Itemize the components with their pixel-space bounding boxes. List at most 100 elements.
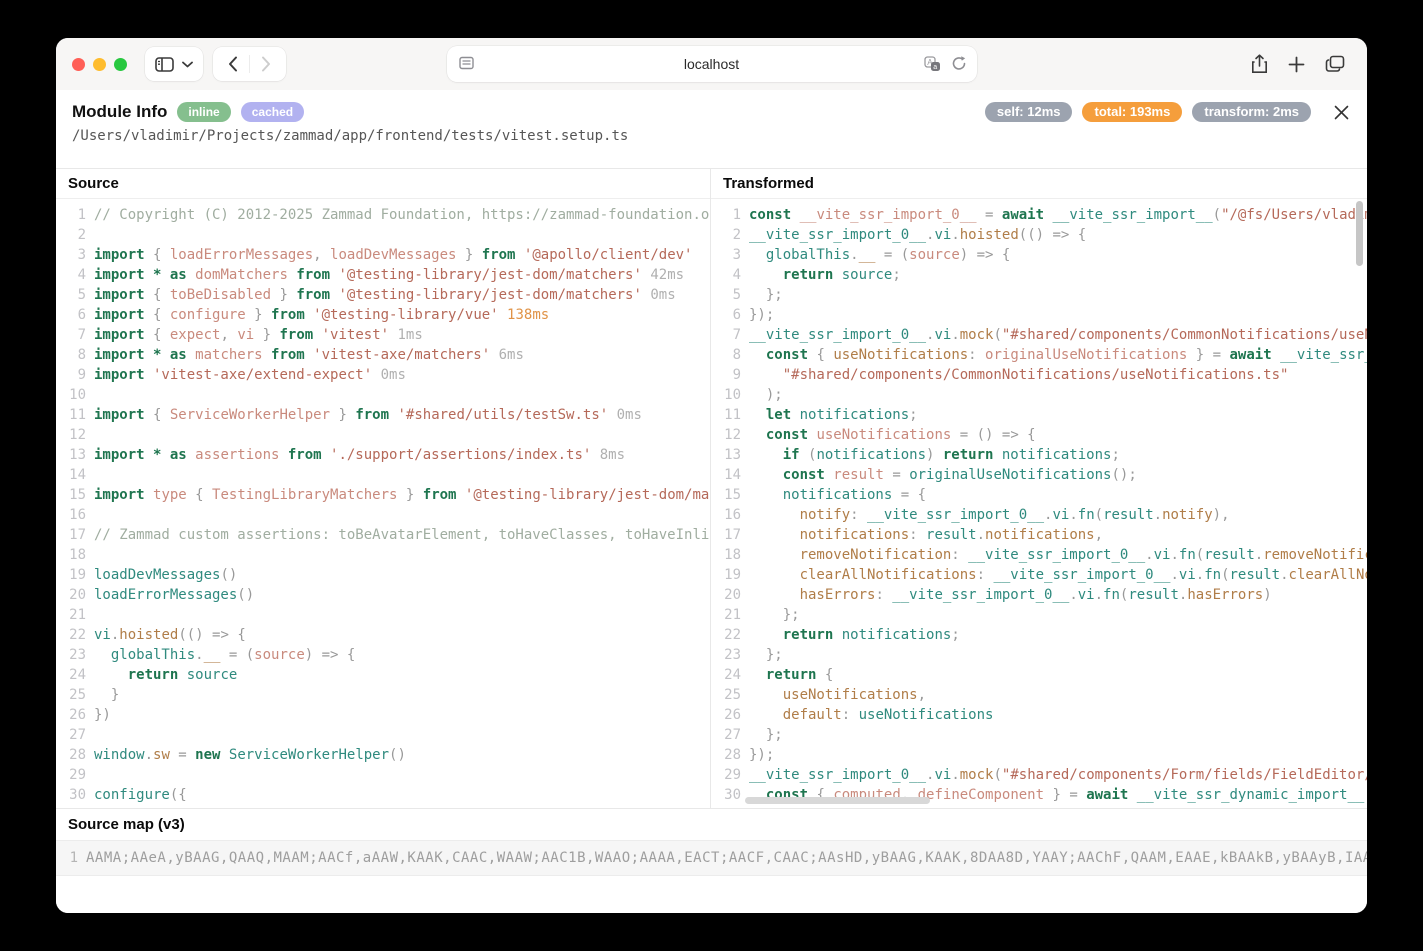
line-content: const useNotifications = () => { [749, 425, 1036, 445]
code-line: 5 }; [711, 285, 1367, 305]
close-button[interactable] [1331, 102, 1351, 122]
back-button[interactable] [217, 48, 249, 80]
code-line: 8 const { useNotifications: originalUseN… [711, 345, 1367, 365]
traffic-lights [72, 58, 127, 71]
code-line: 30configure({ [56, 785, 710, 805]
code-line: 1// Copyright (C) 2012-2025 Zammad Found… [56, 205, 710, 225]
line-number: 5 [711, 285, 741, 305]
minimize-window-button[interactable] [93, 58, 106, 71]
code-line: 18 [56, 545, 710, 565]
line-number: 19 [56, 565, 86, 585]
line-content: }); [749, 745, 774, 765]
transformed-pane-title: Transformed [711, 169, 1367, 199]
line-number: 5 [56, 285, 86, 305]
cached-badge: cached [241, 102, 304, 122]
screen-background: localhost Aa [0, 0, 1423, 951]
page-settings-icon[interactable] [459, 56, 474, 70]
line-number: 23 [711, 645, 741, 665]
line-content: import * as assertions from './support/a… [94, 445, 625, 465]
line-content: default: useNotifications [749, 705, 993, 725]
code-line: 20 loadErrorMessages() [56, 585, 710, 605]
line-number: 17 [711, 525, 741, 545]
zoom-window-button[interactable] [114, 58, 127, 71]
line-number: 22 [56, 625, 86, 645]
code-line: 15 notifications = { [711, 485, 1367, 505]
transform-time-badge: transform: 2ms [1192, 102, 1311, 122]
line-number: 3 [711, 245, 741, 265]
code-line: 16 [56, 505, 710, 525]
line-number: 27 [56, 725, 86, 745]
forward-button[interactable] [250, 48, 282, 80]
line-number: 17 [56, 525, 86, 545]
new-tab-icon[interactable] [1288, 56, 1305, 73]
line-number: 20 [711, 585, 741, 605]
line-number: 29 [711, 765, 741, 785]
code-line: 24 return { [711, 665, 1367, 685]
code-line: 8import * as matchers from 'vitest-axe/m… [56, 345, 710, 365]
code-line: 17// Zammad custom assertions: toBeAvata… [56, 525, 710, 545]
line-number: 9 [711, 365, 741, 385]
line-content: return source; [749, 265, 901, 285]
reload-icon[interactable] [951, 55, 967, 72]
line-number: 18 [56, 545, 86, 565]
line-number: 20 [56, 585, 86, 605]
tab-overview-icon[interactable] [1325, 55, 1345, 73]
line-number: 23 [56, 645, 86, 665]
line-number: 11 [56, 405, 86, 425]
line-number: 30 [711, 785, 741, 805]
line-number: 4 [56, 265, 86, 285]
line-content: globalThis.__ = (source) => { [94, 645, 355, 665]
source-code[interactable]: 1// Copyright (C) 2012-2025 Zammad Found… [56, 199, 710, 808]
code-line: 3import { loadErrorMessages, loadDevMess… [56, 245, 710, 265]
code-line: 15 import type { TestingLibraryMatchers }… [56, 485, 710, 505]
close-window-button[interactable] [72, 58, 85, 71]
code-line: 27 [56, 725, 710, 745]
line-number: 18 [711, 545, 741, 565]
code-line: 5import { toBeDisabled } from '@testing-… [56, 285, 710, 305]
code-line: 25 useNotifications, [711, 685, 1367, 705]
code-line: 29__vite_ssr_import_0__.vi.mock("#shared… [711, 765, 1367, 785]
window-footer-space [56, 876, 1367, 913]
line-content: notifications = { [749, 485, 926, 505]
line-content: loadErrorMessages() [94, 585, 254, 605]
line-number: 25 [56, 685, 86, 705]
line-content: loadDevMessages() [94, 565, 237, 585]
code-line: 13 if (notifications) return notificatio… [711, 445, 1367, 465]
line-number: 6 [711, 305, 741, 325]
line-number: 15 [56, 485, 86, 505]
code-line: 9import 'vitest-axe/extend-expect' 0ms [56, 365, 710, 385]
code-line: 11 let notifications; [711, 405, 1367, 425]
total-time-badge: total: 193ms [1082, 102, 1182, 122]
code-line: 11import { ServiceWorkerHelper } from '#… [56, 405, 710, 425]
share-icon[interactable] [1251, 54, 1268, 74]
line-content: globalThis.__ = (source) => { [749, 245, 1010, 265]
inline-badge: inline [177, 102, 230, 122]
line-content: notifications: result.notifications, [749, 525, 1103, 545]
line-content: notify: __vite_ssr_import_0__.vi.fn(resu… [749, 505, 1230, 525]
vertical-scrollbar-thumb[interactable] [1356, 201, 1363, 266]
page-title: Module Info [72, 102, 167, 122]
line-content: import type { TestingLibraryMatchers } f… [94, 485, 710, 505]
line-content: return { [749, 665, 833, 685]
sidebar-toggle-button[interactable] [145, 47, 203, 81]
code-line: 16 notify: __vite_ssr_import_0__.vi.fn(r… [711, 505, 1367, 525]
line-content: return source [94, 665, 237, 685]
code-line: 22 vi.hoisted(() => { [56, 625, 710, 645]
code-line: 22 return notifications; [711, 625, 1367, 645]
address-bar[interactable]: localhost Aa [447, 46, 977, 82]
line-number: 29 [56, 765, 86, 785]
code-line: 26 default: useNotifications [711, 705, 1367, 725]
line-content: // Copyright (C) 2012-2025 Zammad Founda… [94, 205, 710, 225]
transformed-code[interactable]: 1const __vite_ssr_import_0__ = await __v… [711, 199, 1367, 808]
line-number: 25 [711, 685, 741, 705]
line-content: let notifications; [749, 405, 918, 425]
line-content: vi.hoisted(() => { [94, 625, 246, 645]
line-content: }; [749, 285, 783, 305]
line-content: hasErrors: __vite_ssr_import_0__.vi.fn(r… [749, 585, 1272, 605]
line-content: "#shared/components/CommonNotifications/… [749, 365, 1288, 385]
horizontal-scrollbar-thumb[interactable] [745, 797, 930, 804]
translate-icon[interactable]: Aa [924, 56, 941, 72]
sourcemap-strip: 1 AAMA;AAeA,yBAAG,QAAQ,MAAM;AACf,aAAW,KA… [56, 840, 1367, 876]
code-line: 6import { configure } from '@testing-lib… [56, 305, 710, 325]
code-line: 12 [56, 425, 710, 445]
